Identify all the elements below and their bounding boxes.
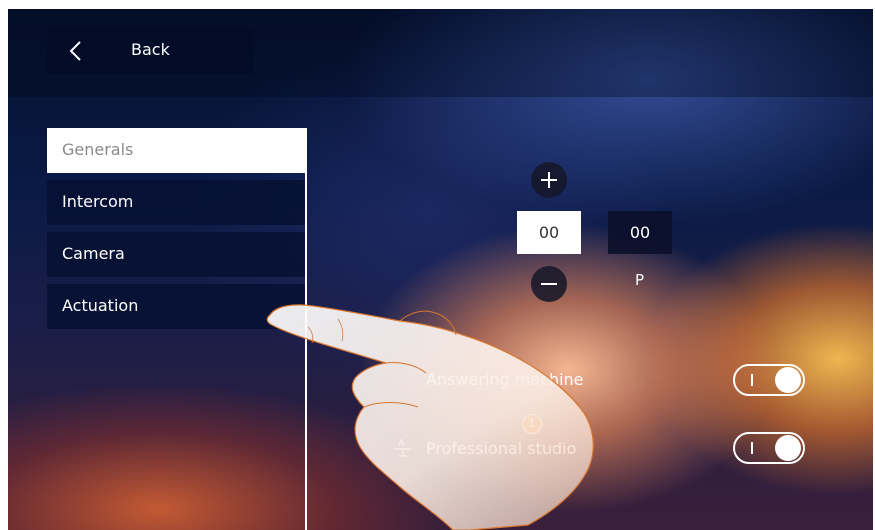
callout-badge: 1: [522, 414, 542, 434]
plus-icon: [541, 172, 557, 188]
menu-item-actuation[interactable]: Actuation: [47, 284, 305, 329]
p-label: P: [635, 271, 645, 289]
toggle-on-mark: [751, 442, 753, 454]
toggle-on-mark: [751, 374, 753, 386]
menu-item-generals[interactable]: Generals: [47, 128, 305, 173]
menu-item-label: Generals: [62, 140, 134, 159]
menu-divider: [305, 128, 307, 530]
professional-studio-toggle[interactable]: [733, 432, 805, 464]
answering-machine-label: Answering machine: [426, 370, 584, 389]
toggle-knob: [775, 367, 801, 393]
menu-item-label: Camera: [62, 244, 125, 263]
menu-item-intercom[interactable]: Intercom: [47, 180, 305, 225]
increment-button[interactable]: [531, 162, 567, 198]
menu-item-label: Intercom: [62, 192, 134, 211]
svg-text:A: A: [398, 438, 405, 449]
settings-screen: Back Generals Intercom Camera Actuation …: [8, 9, 873, 530]
toggle-knob: [775, 435, 801, 461]
professional-studio-label: Professional studio: [426, 439, 577, 458]
menu-item-label: Actuation: [62, 296, 139, 315]
back-button[interactable]: Back: [47, 28, 253, 74]
minus-icon: [541, 283, 557, 285]
menu-item-camera[interactable]: Camera: [47, 232, 305, 277]
chevron-left-icon: [69, 41, 81, 61]
decrement-button[interactable]: [531, 266, 567, 302]
answering-machine-toggle[interactable]: [733, 364, 805, 396]
professional-studio-icon: A: [395, 438, 411, 457]
address-value-p[interactable]: 00: [608, 211, 672, 254]
address-value-selected[interactable]: 00: [517, 211, 581, 254]
back-label: Back: [131, 40, 170, 59]
